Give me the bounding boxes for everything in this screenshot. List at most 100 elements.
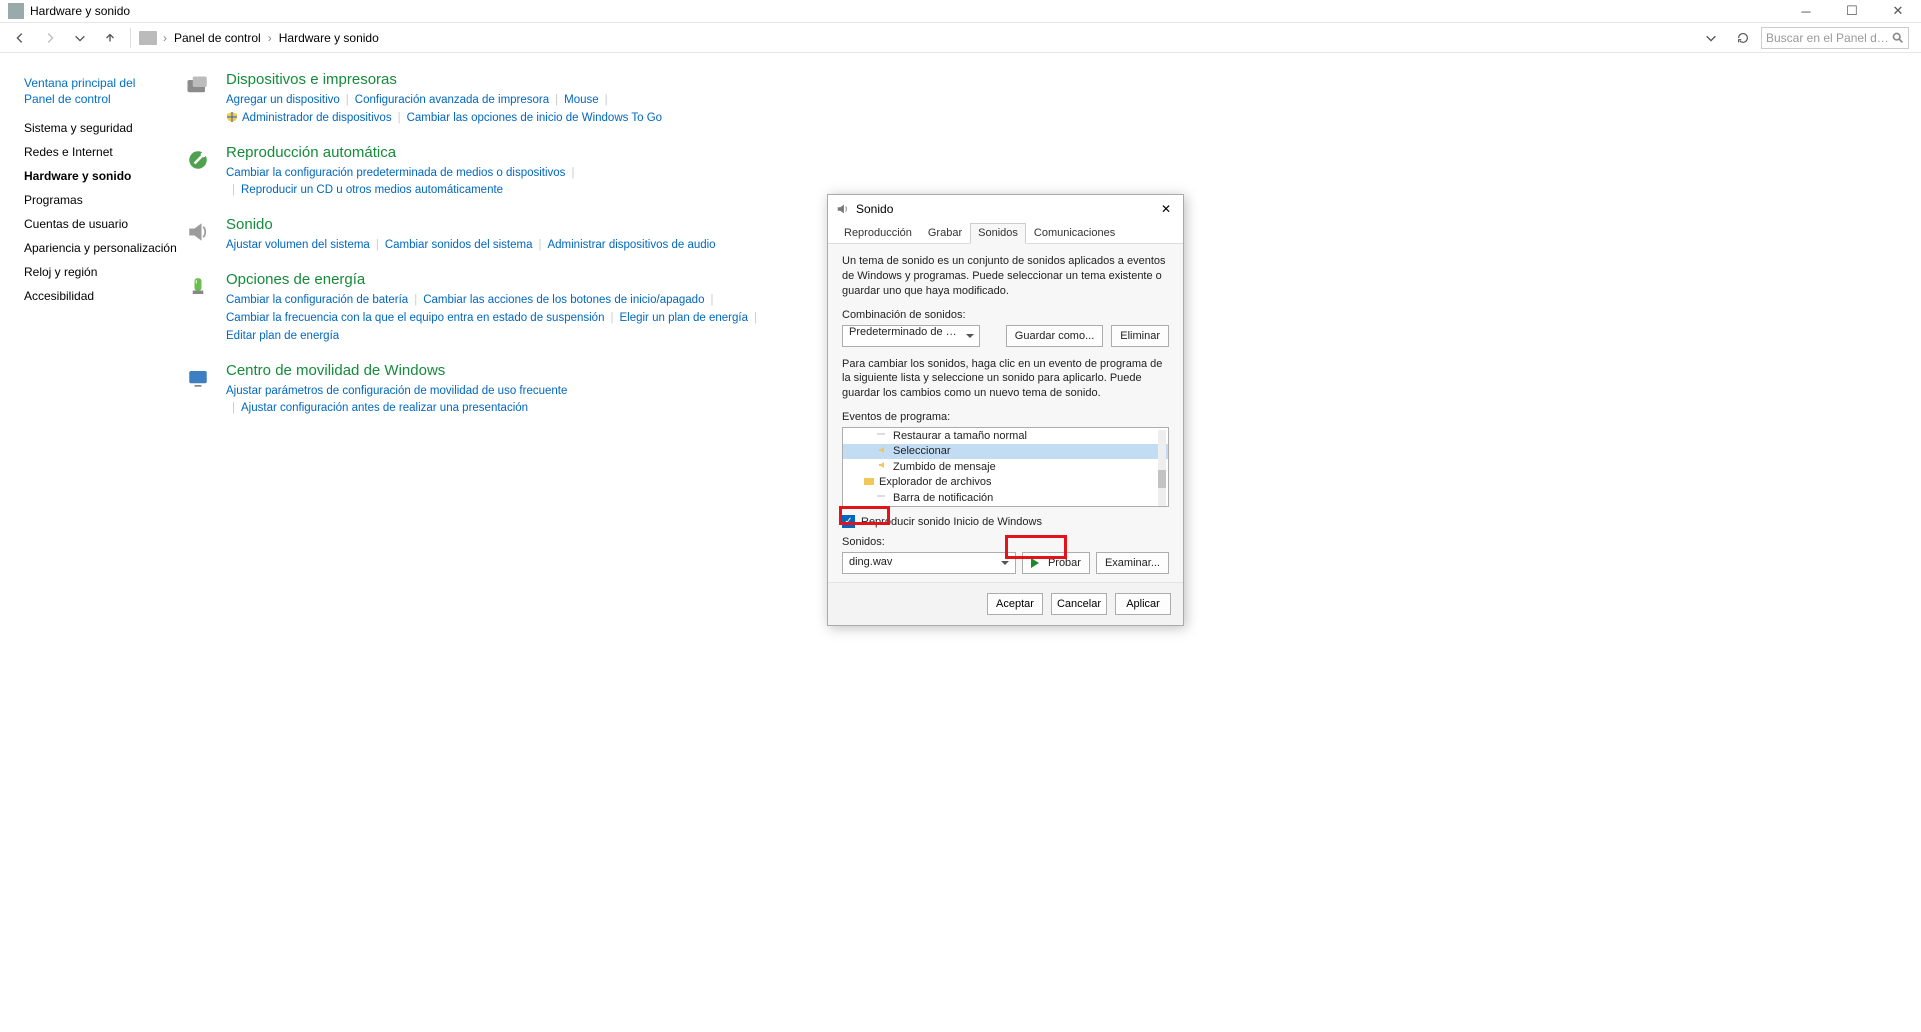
checkbox-checked-icon: ✓ <box>842 515 855 528</box>
crumb-panel-control[interactable]: Panel de control <box>173 29 262 47</box>
ok-button[interactable]: Aceptar <box>987 593 1043 615</box>
sidebar-item[interactable]: Sistema y seguridad <box>24 121 184 135</box>
sound-scheme-select[interactable]: Predeterminado de Windows (modificado) <box>842 325 980 347</box>
category-links: Cambiar la configuración de batería|Camb… <box>226 292 763 345</box>
scrollbar[interactable] <box>1158 430 1166 506</box>
event-item[interactable]: Barra de notificación <box>843 490 1168 506</box>
dialog-instructions: Para cambiar los sonidos, haga clic en u… <box>842 357 1169 402</box>
category-title[interactable]: Centro de movilidad de Windows <box>226 362 567 379</box>
dialog-title: Sonido <box>856 202 1157 216</box>
back-button[interactable] <box>6 25 34 51</box>
cancel-button[interactable]: Cancelar <box>1051 593 1107 615</box>
dialog-tab[interactable]: Comunicaciones <box>1026 223 1123 244</box>
sidebar-item[interactable]: Accesibilidad <box>24 289 184 303</box>
category-row: Dispositivos e impresoras Agregar un disp… <box>184 71 1921 128</box>
event-label: Explorador de archivos <box>879 476 992 488</box>
save-as-button[interactable]: Guardar como... <box>1006 325 1103 347</box>
category-link[interactable]: Cambiar las acciones de los botones de i… <box>423 294 704 306</box>
play-icon <box>1031 558 1044 568</box>
close-button[interactable]: ✕ <box>1875 0 1921 23</box>
category-title[interactable]: Sonido <box>226 216 716 233</box>
category-link[interactable]: Reproducir un CD u otros medios automáti… <box>241 184 503 196</box>
sidebar-item[interactable]: Reloj y región <box>24 265 184 279</box>
tree-line-icon <box>877 490 889 505</box>
event-item[interactable]: Seleccionar <box>843 444 1168 460</box>
play-startup-checkbox[interactable]: ✓ Reproducir sonido Inicio de Windows <box>842 515 1169 528</box>
sidebar-item[interactable]: Apariencia y personalización <box>24 241 184 255</box>
event-item[interactable]: Restaurar a tamaño normal <box>843 428 1168 444</box>
category-icon <box>184 364 212 392</box>
category-link[interactable]: Editar plan de energía <box>226 330 339 342</box>
category-link[interactable]: Ajustar parámetros de configuración de m… <box>226 385 567 397</box>
category-icon <box>184 218 212 246</box>
sound-dialog: Sonido ✕ ReproducciónGrabarSonidosComuni… <box>827 194 1184 626</box>
test-button[interactable]: Probar <box>1022 552 1090 574</box>
titlebar: Hardware y sonido ─ ☐ ✕ <box>0 0 1921 23</box>
dialog-tab[interactable]: Grabar <box>920 223 970 244</box>
category-link[interactable]: Administrador de dispositivos <box>242 112 392 124</box>
category-title[interactable]: Reproducción automática <box>226 144 580 161</box>
category-link[interactable]: Cambiar sonidos del sistema <box>385 239 533 251</box>
window-title: Hardware y sonido <box>30 4 1783 18</box>
chevron-right-icon: › <box>163 31 167 45</box>
category-row: Reproducción automática Cambiar la config… <box>184 144 1921 201</box>
category-links: Agregar un dispositivo|Configuración ava… <box>226 92 662 128</box>
events-label: Eventos de programa: <box>842 411 1169 423</box>
sidebar-item[interactable]: Cuentas de usuario <box>24 217 184 231</box>
event-item[interactable]: Explorador de archivos <box>843 475 1168 491</box>
forward-button[interactable] <box>36 25 64 51</box>
scrollbar-thumb[interactable] <box>1158 470 1166 488</box>
category-link[interactable]: Cambiar la configuración de batería <box>226 294 408 306</box>
play-startup-label: Reproducir sonido Inicio de Windows <box>861 516 1042 528</box>
category-link[interactable]: Agregar un dispositivo <box>226 94 340 106</box>
minimize-button[interactable]: ─ <box>1783 0 1829 23</box>
breadcrumb-root-icon <box>139 31 157 45</box>
category-links: Ajustar parámetros de configuración de m… <box>226 383 567 419</box>
dialog-tab[interactable]: Reproducción <box>836 223 920 244</box>
category-link[interactable]: Cambiar la frecuencia con la que el equi… <box>226 312 604 324</box>
category-title[interactable]: Opciones de energía <box>226 271 763 288</box>
event-item[interactable]: Zumbido de mensaje <box>843 459 1168 475</box>
sidebar-item[interactable]: Programas <box>24 193 184 207</box>
event-label: Restaurar a tamaño normal <box>893 430 1027 442</box>
dialog-titlebar[interactable]: Sonido ✕ <box>828 195 1183 223</box>
program-events-list[interactable]: Restaurar a tamaño normal SeleccionarZumb… <box>842 427 1169 507</box>
browse-button[interactable]: Examinar... <box>1096 552 1169 574</box>
dialog-tab[interactable]: Sonidos <box>970 223 1026 244</box>
category-link[interactable]: Elegir un plan de energía <box>619 312 748 324</box>
category-link[interactable]: Administrar dispositivos de audio <box>547 239 715 251</box>
dialog-close-button[interactable]: ✕ <box>1157 200 1175 218</box>
sidebar-item[interactable]: Hardware y sonido <box>24 169 184 183</box>
search-placeholder: Buscar en el Panel de control <box>1766 31 1891 45</box>
address-dropdown[interactable] <box>1697 25 1725 51</box>
up-button[interactable] <box>96 25 124 51</box>
maximize-button[interactable]: ☐ <box>1829 0 1875 23</box>
shield-icon <box>226 111 238 123</box>
crumb-hardware-sonido[interactable]: Hardware y sonido <box>278 29 380 47</box>
category-link[interactable]: Cambiar las opciones de inicio de Window… <box>407 112 662 124</box>
recent-dropdown[interactable] <box>66 25 94 51</box>
dialog-intro-text: Un tema de sonido es un conjunto de soni… <box>842 254 1169 299</box>
sidebar: Ventana principal del Panel de control S… <box>0 53 184 1032</box>
delete-button[interactable]: Eliminar <box>1111 325 1169 347</box>
category-link[interactable]: Ajustar configuración antes de realizar … <box>241 402 528 414</box>
apply-button[interactable]: Aplicar <box>1115 593 1171 615</box>
category-link[interactable]: Ajustar volumen del sistema <box>226 239 370 251</box>
sidebar-item[interactable]: Redes e Internet <box>24 145 184 159</box>
category-icon <box>184 73 212 101</box>
category-icon <box>184 273 212 301</box>
sidebar-main-link[interactable]: Ventana principal del Panel de control <box>24 75 164 107</box>
search-input[interactable]: Buscar en el Panel de control <box>1761 27 1909 49</box>
category-link[interactable]: Cambiar la configuración predeterminada … <box>226 167 565 179</box>
category-links: Cambiar la configuración predeterminada … <box>226 165 580 201</box>
category-title[interactable]: Dispositivos e impresoras <box>226 71 662 88</box>
category-link[interactable]: Configuración avanzada de impresora <box>355 94 549 106</box>
breadcrumb[interactable]: › Panel de control › Hardware y sonido <box>139 29 1695 47</box>
speaker-small-icon <box>877 444 889 459</box>
sounds-label: Sonidos: <box>842 536 1169 548</box>
refresh-button[interactable] <box>1729 25 1757 51</box>
event-item[interactable]: Completar navegación <box>843 506 1168 508</box>
tree-line-icon <box>877 506 889 507</box>
sound-file-select[interactable]: ding.wav <box>842 552 1016 574</box>
category-link[interactable]: Mouse <box>564 94 599 106</box>
